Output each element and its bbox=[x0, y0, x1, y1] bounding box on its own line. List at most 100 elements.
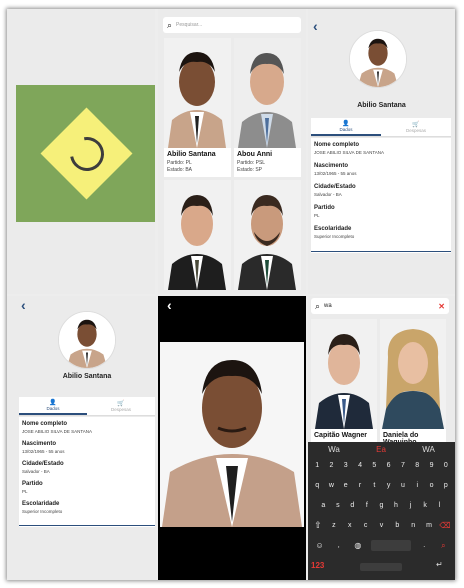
key[interactable]: k bbox=[419, 500, 431, 511]
splash-screen bbox=[7, 9, 155, 294]
tab-despesas[interactable]: 🛒 Despesas bbox=[87, 397, 155, 415]
backspace-icon[interactable]: ⌫ bbox=[439, 520, 451, 531]
tab-despesas[interactable]: 🛒 Despesas bbox=[381, 118, 451, 136]
key[interactable]: 6 bbox=[383, 462, 395, 469]
search-results-screen: ⌕ wa ✕ Capitão Wagner Daniela do Waguinh… bbox=[308, 296, 455, 580]
field-value: Superior Incompleto bbox=[22, 509, 63, 514]
emoji-icon[interactable]: ☺ bbox=[314, 540, 326, 551]
key[interactable]: r bbox=[354, 480, 366, 491]
letter-row-2: a s d f g h j k l bbox=[308, 500, 455, 511]
key[interactable]: 3 bbox=[340, 462, 352, 469]
search-bar[interactable]: ⌕ Pesquisar... bbox=[163, 17, 301, 33]
search-bar[interactable]: ⌕ wa ✕ bbox=[311, 298, 449, 314]
back-arrow-icon[interactable]: ‹ bbox=[21, 298, 26, 312]
key[interactable]: o bbox=[426, 480, 438, 491]
key[interactable]: g bbox=[375, 500, 387, 511]
space-key[interactable] bbox=[371, 540, 412, 551]
key[interactable]: 8 bbox=[411, 462, 423, 469]
deputy-card[interactable] bbox=[164, 180, 231, 290]
info-card: Nome completo JOSE ABILIO SILVA DE SANTA… bbox=[311, 138, 451, 253]
key[interactable]: 1 bbox=[311, 462, 323, 469]
deputy-card[interactable]: Abilio Santana Partido: PL Estado: BA bbox=[164, 38, 231, 177]
key[interactable]: 7 bbox=[397, 462, 409, 469]
key[interactable]: i bbox=[411, 480, 423, 491]
suggestion[interactable]: WA bbox=[422, 445, 435, 454]
photo-viewer-screen: ‹ bbox=[158, 296, 306, 580]
key[interactable]: f bbox=[361, 500, 373, 511]
search-input[interactable]: Pesquisar... bbox=[176, 22, 202, 28]
key[interactable]: m bbox=[423, 520, 435, 531]
search-icon: ⌕ bbox=[167, 19, 173, 30]
divider bbox=[311, 251, 451, 252]
back-arrow-icon[interactable]: ‹ bbox=[167, 298, 172, 312]
key[interactable]: j bbox=[405, 500, 417, 511]
info-card: Nome completo JOSE ABILIO SILVA DE SANTA… bbox=[19, 417, 155, 527]
tab-dados[interactable]: 👤 Dados bbox=[19, 397, 87, 415]
field-value: JOSE ABILIO SILVA DE SANTANA bbox=[314, 150, 385, 155]
key[interactable]: s bbox=[332, 500, 344, 511]
key[interactable]: y bbox=[383, 480, 395, 491]
deputy-photo bbox=[234, 38, 301, 148]
suggestion[interactable]: Ea bbox=[376, 445, 386, 454]
key[interactable]: d bbox=[346, 500, 358, 511]
key[interactable]: w bbox=[325, 480, 337, 491]
deputy-photo bbox=[164, 180, 231, 290]
deputy-photo bbox=[234, 180, 301, 290]
key[interactable]: x bbox=[344, 520, 356, 531]
deputy-card[interactable]: Capitão Wagner bbox=[311, 319, 377, 442]
key[interactable]: c bbox=[360, 520, 372, 531]
key[interactable]: z bbox=[328, 520, 340, 531]
key[interactable]: 2 bbox=[325, 462, 337, 469]
globe-icon[interactable]: ◍ bbox=[352, 540, 364, 551]
clear-search-icon[interactable]: ✕ bbox=[438, 302, 445, 311]
suggestion[interactable]: Wa bbox=[328, 445, 340, 454]
deputy-photo bbox=[164, 38, 231, 148]
key[interactable]: 0 bbox=[440, 462, 452, 469]
deputy-name: Abilio Santana bbox=[62, 373, 112, 380]
letter-row-1: q w e r t y u i o p bbox=[308, 480, 455, 491]
deputy-state: Estado: BA bbox=[167, 167, 193, 173]
suggestion-bar: Wa Ea WA bbox=[308, 445, 455, 454]
deputy-party: Partido: PL bbox=[167, 160, 192, 166]
back-arrow-icon[interactable]: ‹ bbox=[313, 19, 318, 33]
number-row: 1 2 3 4 5 6 7 8 9 0 bbox=[308, 462, 455, 469]
shift-icon[interactable]: ⇧ bbox=[312, 520, 324, 531]
search-submit-icon[interactable]: ⌕ bbox=[437, 540, 449, 551]
tab-dados[interactable]: 👤 Dados bbox=[311, 118, 381, 136]
deputy-card[interactable] bbox=[234, 180, 301, 290]
space-bar[interactable] bbox=[360, 563, 402, 571]
key[interactable]: . bbox=[418, 540, 430, 551]
key[interactable]: e bbox=[340, 480, 352, 491]
key[interactable]: t bbox=[368, 480, 380, 491]
key[interactable]: 5 bbox=[368, 462, 380, 469]
deputy-photo bbox=[311, 319, 377, 429]
deputy-card[interactable]: Daniela do Waguinho bbox=[380, 319, 446, 442]
key[interactable]: h bbox=[390, 500, 402, 511]
field-label: Cidade/Estado bbox=[314, 184, 356, 190]
key[interactable]: v bbox=[375, 520, 387, 531]
field-label: Escolaridade bbox=[22, 501, 60, 507]
key[interactable]: 9 bbox=[426, 462, 438, 469]
search-input[interactable]: wa bbox=[324, 303, 438, 309]
key[interactable]: , bbox=[333, 540, 345, 551]
avatar bbox=[349, 30, 407, 88]
deputy-detail-screen: ‹ Abilio Santana 👤 Dados 🛒 Despesas Nome c… bbox=[7, 296, 156, 580]
enter-icon[interactable]: ↵ bbox=[436, 560, 443, 569]
tab-bar: 👤 Dados 🛒 Despesas bbox=[311, 118, 451, 137]
key[interactable]: b bbox=[391, 520, 403, 531]
key[interactable]: p bbox=[440, 480, 452, 491]
letter-row-3: ⇧ z x c v b n m ⌫ bbox=[308, 520, 455, 531]
mode-key[interactable]: 123 bbox=[311, 561, 324, 570]
key[interactable]: n bbox=[407, 520, 419, 531]
key[interactable]: u bbox=[397, 480, 409, 491]
key[interactable]: l bbox=[434, 500, 446, 511]
deputy-detail-screen: ‹ Abilio Santana 👤 Dados 🛒 Despesas Nome c… bbox=[308, 9, 455, 294]
key[interactable]: q bbox=[311, 480, 323, 491]
key[interactable]: 4 bbox=[354, 462, 366, 469]
deputy-card[interactable]: Abou Anni Partido: PSL Estado: SP bbox=[234, 38, 301, 177]
field-label: Escolaridade bbox=[314, 226, 352, 232]
field-label: Nascimento bbox=[314, 163, 349, 169]
field-label: Nascimento bbox=[22, 441, 57, 447]
deputy-name: Daniela do Waguinho bbox=[383, 432, 419, 442]
key[interactable]: a bbox=[317, 500, 329, 511]
